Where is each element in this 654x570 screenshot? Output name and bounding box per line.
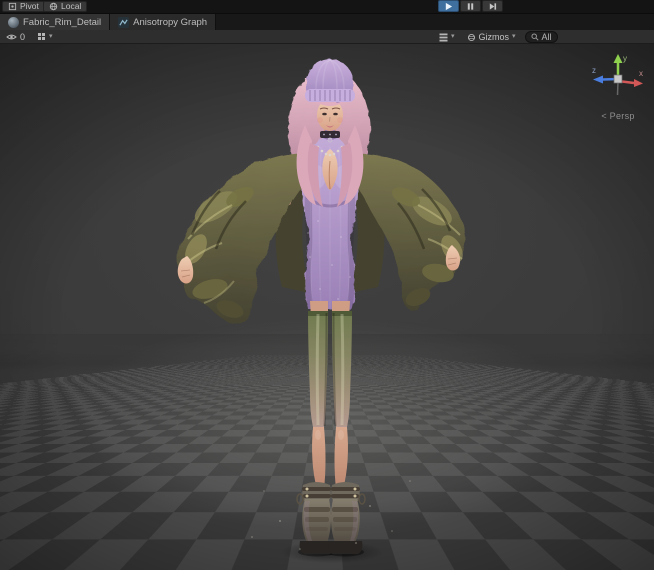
scene-view-toolbar: 0 ▾ ▾ Gizmos ▾ All [0, 30, 654, 44]
pause-icon [467, 2, 474, 10]
overlay-menu-button[interactable]: ▾ [436, 31, 458, 43]
local-label: Local [61, 1, 82, 11]
chevron-down-icon: ▾ [451, 33, 455, 40]
perspective-toggle[interactable]: < Persp [588, 111, 648, 121]
pause-button[interactable] [460, 0, 481, 12]
search-icon [531, 33, 539, 41]
view-tab-bar: Fabric_Rim_Detail Anisotropy Graph [0, 13, 654, 30]
tab-label: Anisotropy Graph [133, 16, 208, 28]
legs [308, 301, 352, 489]
beanie-hat [305, 59, 355, 102]
main-toolbar: Pivot Local [0, 0, 654, 13]
play-button[interactable] [438, 0, 459, 12]
eye-icon [6, 34, 17, 39]
unity-editor-window: Pivot Local Fabric_Rim_Detail Anisotropy… [0, 0, 654, 570]
step-forward-icon [489, 2, 497, 10]
graph-icon [118, 16, 130, 28]
tab-label: Fabric_Rim_Detail [23, 16, 102, 28]
material-icon [8, 16, 19, 28]
chevron-down-icon: ▾ [49, 32, 53, 40]
axis-z-label: z [592, 66, 596, 75]
axis-gizmo-icon[interactable]: y z x [590, 52, 646, 104]
draw-mode-dropdown[interactable]: ▾ [34, 31, 56, 43]
gizmo-sphere-icon [467, 33, 475, 41]
scene-search-field[interactable]: All [524, 31, 558, 43]
scene-toolbar-left: 0 ▾ [0, 31, 56, 43]
play-icon [445, 2, 453, 10]
orientation-gizmo[interactable]: y z x < Persp [588, 52, 648, 121]
step-button[interactable] [482, 0, 503, 12]
grid-icon [38, 33, 46, 40]
playback-controls [438, 0, 503, 12]
character-model[interactable] [160, 51, 500, 561]
axis-y-label: y [623, 54, 627, 63]
local-toggle-button[interactable]: Local [43, 1, 88, 12]
layers-icon [439, 33, 448, 41]
hidden-count: 0 [20, 31, 26, 42]
axis-x-label: x [639, 69, 643, 78]
globe-icon [49, 2, 58, 11]
search-filter-label: All [541, 32, 552, 42]
tab-fabric-rim-detail[interactable]: Fabric_Rim_Detail [0, 14, 111, 30]
scene-viewport[interactable]: y z x < Persp [0, 44, 654, 570]
pivot-toggle-button[interactable]: Pivot [2, 1, 45, 12]
gizmos-label: Gizmos [478, 32, 510, 42]
pivot-icon [8, 2, 17, 11]
chevron-down-icon: ▾ [512, 33, 516, 40]
gizmos-dropdown[interactable]: Gizmos ▾ [464, 31, 519, 43]
scene-toolbar-right: ▾ Gizmos ▾ All [436, 30, 558, 44]
scene-visibility-button[interactable]: 0 [3, 31, 28, 43]
pivot-label: Pivot [20, 1, 39, 11]
tab-anisotropy-graph[interactable]: Anisotropy Graph [110, 14, 217, 30]
